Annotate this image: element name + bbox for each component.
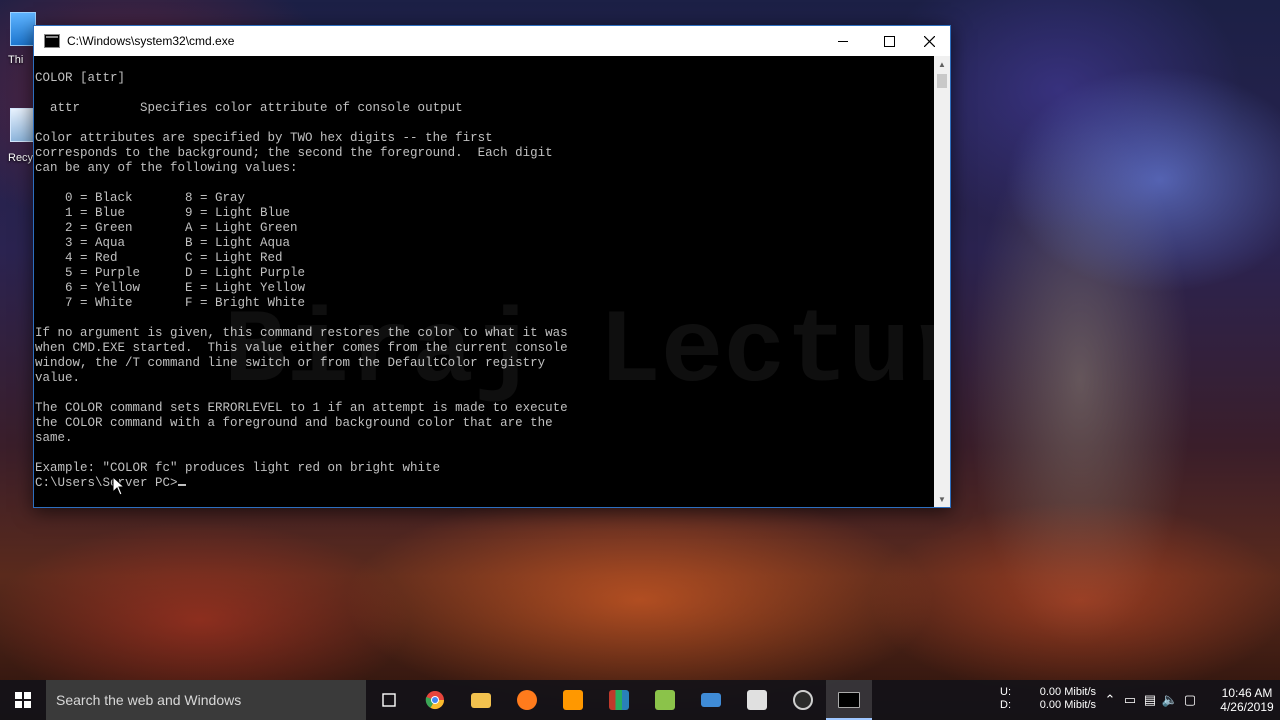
text-cursor xyxy=(177,484,186,486)
notepad-plus-icon xyxy=(655,690,675,710)
show-hidden-icons-chevron-icon[interactable]: ⌃ xyxy=(1100,692,1120,708)
minimize-button[interactable] xyxy=(820,26,866,56)
console-output-area[interactable]: Biraj Lecture COLOR [attr] attr Specifie… xyxy=(34,56,934,507)
download-label: D: xyxy=(1000,699,1011,711)
taskbar-app-obs-studio[interactable] xyxy=(780,680,826,720)
maximize-icon xyxy=(883,35,895,47)
folder-icon xyxy=(471,692,491,708)
upload-label: U: xyxy=(1000,686,1011,698)
taskbar: Search the web and Windows U: 0.00 Mibit/… xyxy=(0,680,1280,720)
minimize-icon xyxy=(838,40,848,42)
winrar-icon xyxy=(609,690,629,710)
command-prompt: C:\Users\Server PC> xyxy=(35,476,178,490)
taskbar-app-chrome[interactable] xyxy=(412,680,458,720)
close-button[interactable] xyxy=(906,26,952,56)
windows-logo-icon xyxy=(15,692,31,708)
remote-desktop-icon xyxy=(701,693,721,707)
action-center-icon[interactable]: ▢ xyxy=(1180,692,1200,708)
upload-value: 0.00 Mibit/s xyxy=(1039,686,1096,698)
download-value: 0.00 Mibit/s xyxy=(1039,699,1096,711)
this-pc-label: Thi xyxy=(8,54,24,66)
scroll-up-arrow-icon[interactable]: ▲ xyxy=(934,56,950,72)
scroll-thumb[interactable] xyxy=(937,74,947,88)
console-text: COLOR [attr] attr Specifies color attrib… xyxy=(35,71,568,475)
taskbar-search-box[interactable]: Search the web and Windows xyxy=(46,680,366,720)
console-output: COLOR [attr] attr Specifies color attrib… xyxy=(34,56,934,491)
mouse-pointer-icon xyxy=(112,476,126,496)
vertical-scrollbar[interactable]: ▲ ▼ xyxy=(934,56,950,507)
system-tray: ⌃ ▭ ▤ 🔈 ▢ xyxy=(1100,680,1200,720)
window-title: C:\Windows\system32\cmd.exe xyxy=(67,34,235,48)
firefox-icon xyxy=(517,690,537,710)
taskbar-app-firefox[interactable] xyxy=(504,680,550,720)
clock-date: 4/26/2019 xyxy=(1220,700,1274,714)
search-placeholder: Search the web and Windows xyxy=(56,692,242,708)
task-view-icon xyxy=(382,693,396,707)
taskbar-app-screenshot-tool[interactable] xyxy=(734,680,780,720)
start-button[interactable] xyxy=(0,680,46,720)
close-icon xyxy=(923,35,935,47)
cmd-icon xyxy=(838,692,860,708)
cmd-window[interactable]: C:\Windows\system32\cmd.exe Biraj Lectur… xyxy=(33,25,951,508)
taskbar-app-sublime-text[interactable] xyxy=(550,680,596,720)
taskbar-app-remote-desktop[interactable] xyxy=(688,680,734,720)
task-view-button[interactable] xyxy=(366,680,412,720)
clock[interactable]: 10:46 AM 4/26/2019 xyxy=(1218,686,1276,714)
screenshot-tool-icon xyxy=(747,690,767,710)
scroll-down-arrow-icon[interactable]: ▼ xyxy=(934,491,950,507)
obs-studio-icon xyxy=(793,690,813,710)
clock-time: 10:46 AM xyxy=(1221,686,1273,700)
chrome-icon xyxy=(425,691,444,710)
taskbar-app-winrar[interactable] xyxy=(596,680,642,720)
network-speed-monitor[interactable]: U: 0.00 Mibit/s D: 0.00 Mibit/s xyxy=(1000,686,1096,712)
title-bar[interactable]: C:\Windows\system32\cmd.exe xyxy=(34,26,950,56)
taskbar-app-cmd[interactable] xyxy=(826,680,872,720)
battery-icon[interactable]: ▭ xyxy=(1120,692,1140,708)
taskbar-app-file-explorer[interactable] xyxy=(458,680,504,720)
sublime-text-icon xyxy=(563,690,583,710)
taskbar-app-notepad-plus[interactable] xyxy=(642,680,688,720)
network-icon[interactable]: ▤ xyxy=(1140,692,1160,708)
volume-icon[interactable]: 🔈 xyxy=(1160,692,1180,708)
cmd-app-icon[interactable] xyxy=(44,34,60,48)
